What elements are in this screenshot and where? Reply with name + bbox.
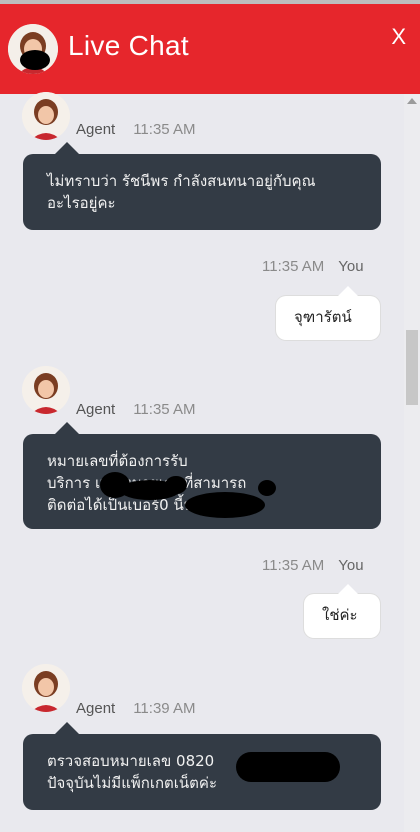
message-time: 11:35 AM xyxy=(262,557,325,574)
redaction-mark xyxy=(185,492,265,518)
agent-avatar xyxy=(22,92,70,140)
message-text: ใช่ค่ะ xyxy=(322,606,358,624)
message-time: 11:35 AM xyxy=(262,258,325,275)
message-line: อะไรอยู่คะ xyxy=(47,194,116,212)
message-time: 11:35 AM xyxy=(133,401,196,418)
message-meta: Agent 11:39 AM xyxy=(76,700,195,717)
redaction-mark xyxy=(20,50,50,70)
chat-scrollbar[interactable] xyxy=(404,94,420,832)
agent-avatar-icon xyxy=(22,92,70,140)
sender-name: Agent xyxy=(76,700,116,717)
scrollbar-thumb[interactable] xyxy=(406,330,418,405)
chat-title: Live Chat xyxy=(68,30,189,61)
redaction-mark xyxy=(236,752,340,782)
sender-name: Agent xyxy=(76,121,116,138)
redaction-mark xyxy=(258,480,276,496)
sender-name: You xyxy=(338,258,364,275)
message-meta: Agent 11:35 AM xyxy=(76,121,195,138)
message-text: จุฑารัตน์ xyxy=(294,308,352,326)
header-avatar xyxy=(8,24,58,74)
message-meta: 11:35 AM You xyxy=(262,557,364,574)
agent-avatar xyxy=(22,366,70,414)
agent-avatar-icon xyxy=(22,366,70,414)
close-button[interactable]: X xyxy=(391,24,406,50)
message-line: หมายเลขที่ต้องการรับ xyxy=(47,452,188,470)
user-message-bubble: ใช่ค่ะ xyxy=(304,584,380,638)
message-meta: 11:35 AM You xyxy=(262,258,364,275)
sender-name: Agent xyxy=(76,401,116,418)
scroll-up-arrow-icon[interactable] xyxy=(407,98,417,104)
message-line: บริการ และหมายเลขที่สามารถ xyxy=(47,474,246,492)
user-message-bubble: จุฑารัตน์ xyxy=(276,286,380,340)
agent-avatar-icon xyxy=(22,664,70,712)
agent-message-bubble: ไม่ทราบว่า รัชนีพร กำลังสนทนาอยู่กับคุณ … xyxy=(23,142,381,230)
agent-avatar xyxy=(22,664,70,712)
message-line: ไม่ทราบว่า รัชนีพร กำลังสนทนาอยู่กับคุณ xyxy=(47,172,316,190)
message-time: 11:35 AM xyxy=(133,121,196,138)
message-time: 11:39 AM xyxy=(133,700,196,717)
live-chat-header: Live Chat X xyxy=(0,4,420,94)
sender-name: You xyxy=(338,557,364,574)
redaction-mark xyxy=(165,476,187,494)
message-meta: Agent 11:35 AM xyxy=(76,401,195,418)
